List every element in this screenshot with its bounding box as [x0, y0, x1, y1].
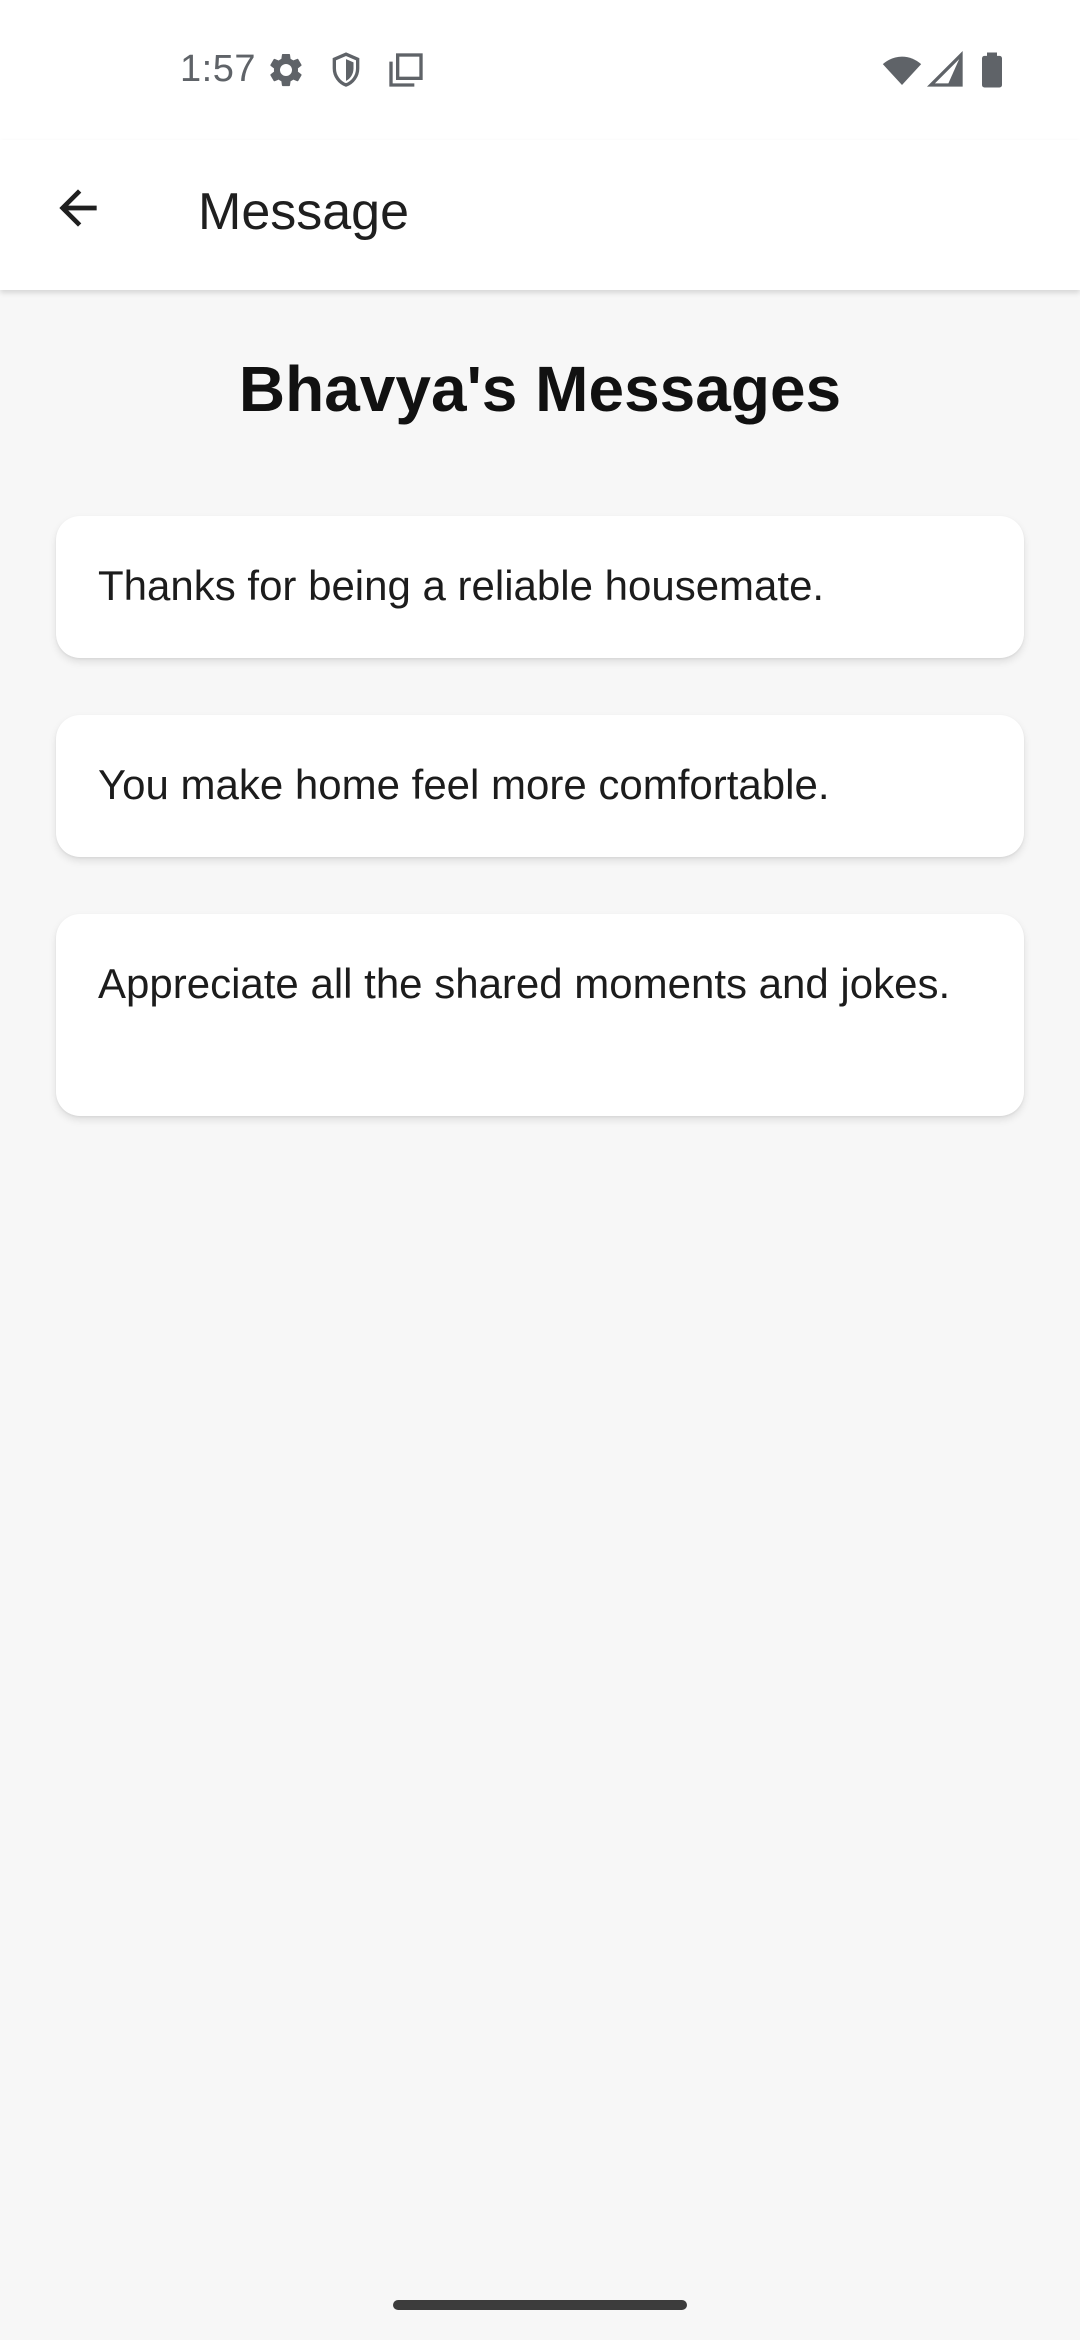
- back-button[interactable]: [40, 170, 116, 246]
- page-title: Message: [198, 183, 409, 241]
- status-bar: 1:57: [0, 0, 1080, 140]
- main-content: Bhavya's Messages Thanks for being a rel…: [0, 290, 1080, 2340]
- message-card[interactable]: Thanks for being a reliable housemate.: [56, 516, 1024, 658]
- gesture-navigation-bar[interactable]: [393, 2300, 687, 2310]
- message-card[interactable]: You make home feel more comfortable.: [56, 715, 1024, 857]
- status-time: 1:57: [180, 48, 256, 90]
- battery-icon: [972, 50, 1012, 90]
- message-text: Thanks for being a reliable housemate.: [98, 562, 825, 609]
- shield-icon: [326, 50, 366, 90]
- settings-icon: [266, 50, 306, 90]
- signal-icon: [926, 50, 966, 90]
- messages-heading: Bhavya's Messages: [238, 353, 842, 425]
- screen: 1:57 Message Bhavya's Messages Thanks fo…: [0, 0, 1080, 2340]
- message-card[interactable]: Appreciate all the shared moments and jo…: [56, 914, 1024, 1116]
- arrow-back-icon: [59, 189, 97, 227]
- message-text: You make home feel more comfortable.: [98, 761, 830, 808]
- screenshot-icon: [386, 50, 426, 90]
- message-text: Appreciate all the shared moments and jo…: [98, 960, 951, 1007]
- wifi-icon: [882, 50, 922, 90]
- app-bar: Message: [0, 140, 1080, 290]
